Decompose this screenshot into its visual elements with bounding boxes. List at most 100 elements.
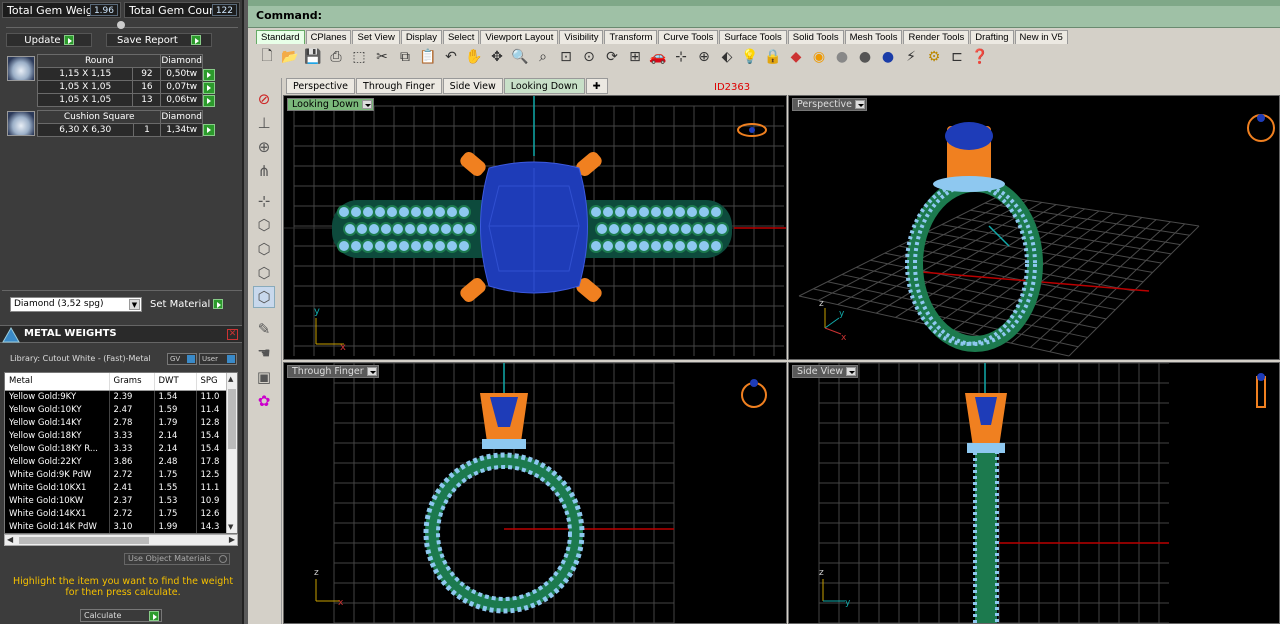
car-icon[interactable]: 🚗: [647, 46, 669, 68]
undo-icon[interactable]: ↶: [440, 46, 462, 68]
scroll-down-icon[interactable]: ▼: [228, 523, 233, 531]
use-object-materials-toggle[interactable]: Use Object Materials: [124, 553, 230, 565]
select-gem-button[interactable]: [203, 82, 215, 94]
four-view-icon[interactable]: ⊞: [624, 46, 646, 68]
set-material-button[interactable]: Set Material: [150, 297, 224, 312]
osnap-icon[interactable]: ⊕: [693, 46, 715, 68]
snap-icon[interactable]: ⊹: [670, 46, 692, 68]
select-gem-button[interactable]: [203, 95, 215, 107]
table-row[interactable]: White Gold:14KX1 2.72 1.75 12.6: [5, 507, 237, 520]
open-folder-icon[interactable]: 📂: [279, 46, 301, 68]
toolbar-tab-viewport-layout[interactable]: Viewport Layout: [480, 30, 559, 44]
select-gem-button[interactable]: [203, 124, 215, 136]
table-row[interactable]: White Gold:10KX1 2.41 1.55 11.1: [5, 481, 237, 494]
viewport-through-finger[interactable]: z x Through Finger: [283, 362, 787, 624]
close-icon[interactable]: ✕: [227, 329, 238, 340]
toolbar-tab-standard[interactable]: Standard: [256, 30, 305, 44]
col-grams[interactable]: Grams: [109, 373, 155, 391]
light-icon[interactable]: 💡: [739, 46, 761, 68]
table-row[interactable]: White Gold:14K PdW 3.10 1.99 14.3: [5, 520, 237, 533]
toolbar-tab-select[interactable]: Select: [442, 30, 480, 44]
col-dwt[interactable]: DWT: [154, 373, 197, 391]
move-icon[interactable]: ✥: [486, 46, 508, 68]
toolbar-tab-new-in-v5[interactable]: New in V5: [1014, 30, 1068, 44]
gem-row[interactable]: 6,30 X 6,30 1 1,34tw: [37, 123, 203, 137]
viewport-looking-down[interactable]: y x Looking Down: [283, 95, 787, 360]
box-persp-icon[interactable]: ⬡: [253, 286, 275, 308]
toolbar-tab-transform[interactable]: Transform: [604, 30, 658, 44]
calculate-button[interactable]: Calculate: [80, 609, 162, 622]
select-icon[interactable]: ⬖: [716, 46, 738, 68]
viewport-label-through-finger[interactable]: Through Finger: [287, 365, 379, 378]
save-icon[interactable]: 💾: [302, 46, 324, 68]
gem-row[interactable]: 1,15 X 1,15 92 0,50tw: [36, 67, 203, 81]
box-front-icon[interactable]: ⬡: [253, 238, 275, 260]
table-row[interactable]: White Gold:9K PdW 2.72 1.75 12.5: [5, 468, 237, 481]
toolbar-tab-set-view[interactable]: Set View: [352, 30, 400, 44]
save-report-button[interactable]: Save Report: [106, 33, 212, 47]
rotate-view-icon[interactable]: ⟳: [601, 46, 623, 68]
pan-hand-icon[interactable]: ✋: [463, 46, 485, 68]
gumball-icon[interactable]: ⊥: [253, 112, 275, 134]
zoom-selected-icon[interactable]: ⊙: [578, 46, 600, 68]
viewport-label-side-view[interactable]: Side View: [792, 365, 859, 378]
help-icon[interactable]: ❓: [969, 46, 991, 68]
viewport-label-looking-down[interactable]: Looking Down: [287, 98, 374, 111]
toolbar-tab-cplanes[interactable]: CPlanes: [305, 30, 352, 44]
paste-icon[interactable]: 📋: [417, 46, 439, 68]
grid-snap-icon[interactable]: ⊏: [946, 46, 968, 68]
material-sphere-icon[interactable]: ●: [877, 46, 899, 68]
update-button[interactable]: Update: [6, 33, 92, 47]
table-row[interactable]: White Gold:10KW 2.37 1.53 10.9: [5, 494, 237, 507]
toolbar-tab-solid-tools[interactable]: Solid Tools: [787, 30, 844, 44]
command-bar[interactable]: Command:: [248, 0, 1280, 28]
table-row[interactable]: Yellow Gold:10KY 2.47 1.59 11.4: [5, 403, 237, 416]
box-top-icon[interactable]: ⬡: [253, 214, 275, 236]
select-gem-button[interactable]: [203, 69, 215, 81]
zoom-icon[interactable]: 🔍: [509, 46, 531, 68]
toolbar-tab-display[interactable]: Display: [400, 30, 442, 44]
viewport-tab-through-finger[interactable]: Through Finger: [356, 78, 442, 94]
axis-icon[interactable]: ⊹: [253, 190, 275, 212]
user-toggle[interactable]: User: [199, 353, 237, 365]
viewport-label-perspective[interactable]: Perspective: [792, 98, 868, 111]
brush-icon[interactable]: ✎: [253, 318, 275, 340]
viewport-perspective[interactable]: z y x Perspective: [788, 95, 1280, 360]
toolbar-tab-mesh-tools[interactable]: Mesh Tools: [844, 30, 903, 44]
viewport-tab-perspective[interactable]: Perspective: [286, 78, 356, 94]
scroll-thumb[interactable]: [228, 389, 236, 449]
color-wheel-icon[interactable]: ◉: [808, 46, 830, 68]
gv-toggle[interactable]: GV: [167, 353, 197, 365]
lock-icon[interactable]: 🔒: [762, 46, 784, 68]
add-viewport-tab-icon[interactable]: ✚: [585, 78, 608, 94]
layers-icon[interactable]: ◆: [785, 46, 807, 68]
viewport-tab-looking-down[interactable]: Looking Down: [503, 78, 585, 94]
frame-icon[interactable]: ▣: [253, 366, 275, 388]
toolbar-tab-render-tools[interactable]: Render Tools: [903, 30, 970, 44]
material-select[interactable]: Diamond (3,52 spg) ▼: [10, 297, 142, 312]
globe-icon[interactable]: ⊕: [253, 136, 275, 158]
toolbar-tab-visibility[interactable]: Visibility: [559, 30, 604, 44]
table-row[interactable]: Yellow Gold:22KY 3.86 2.48 17.8: [5, 455, 237, 468]
col-metal[interactable]: Metal: [5, 373, 110, 391]
print-icon[interactable]: ⎙: [325, 46, 347, 68]
gem-row[interactable]: 1,05 X 1,05 16 0,07tw: [36, 80, 203, 94]
rendered-sphere-icon[interactable]: ●: [854, 46, 876, 68]
scroll-left-icon[interactable]: ◀: [7, 535, 13, 544]
scroll-right-icon[interactable]: ▶: [229, 535, 235, 544]
scroll-thumb[interactable]: [19, 537, 149, 544]
shaded-sphere-icon[interactable]: ●: [831, 46, 853, 68]
settings-gear-icon[interactable]: ⚙: [923, 46, 945, 68]
vertical-scrollbar[interactable]: ▲ ▼: [226, 373, 237, 533]
toolbar-tab-surface-tools[interactable]: Surface Tools: [719, 30, 787, 44]
scroll-up-icon[interactable]: ▲: [228, 375, 233, 383]
viewport-tab-side-view[interactable]: Side View: [442, 78, 503, 94]
import-icon[interactable]: ⬚: [348, 46, 370, 68]
box-right-icon[interactable]: ⬡: [253, 262, 275, 284]
table-row[interactable]: Yellow Gold:18KY 3.33 2.14 15.4: [5, 429, 237, 442]
splitter-handle[interactable]: [117, 21, 125, 29]
horizontal-scrollbar[interactable]: ◀ ▶: [4, 534, 238, 546]
hand-tool-icon[interactable]: ☚: [253, 342, 275, 364]
gem-row[interactable]: 1,05 X 1,05 13 0,06tw: [36, 93, 203, 107]
viewport-side-view[interactable]: z y Side View: [788, 362, 1280, 624]
